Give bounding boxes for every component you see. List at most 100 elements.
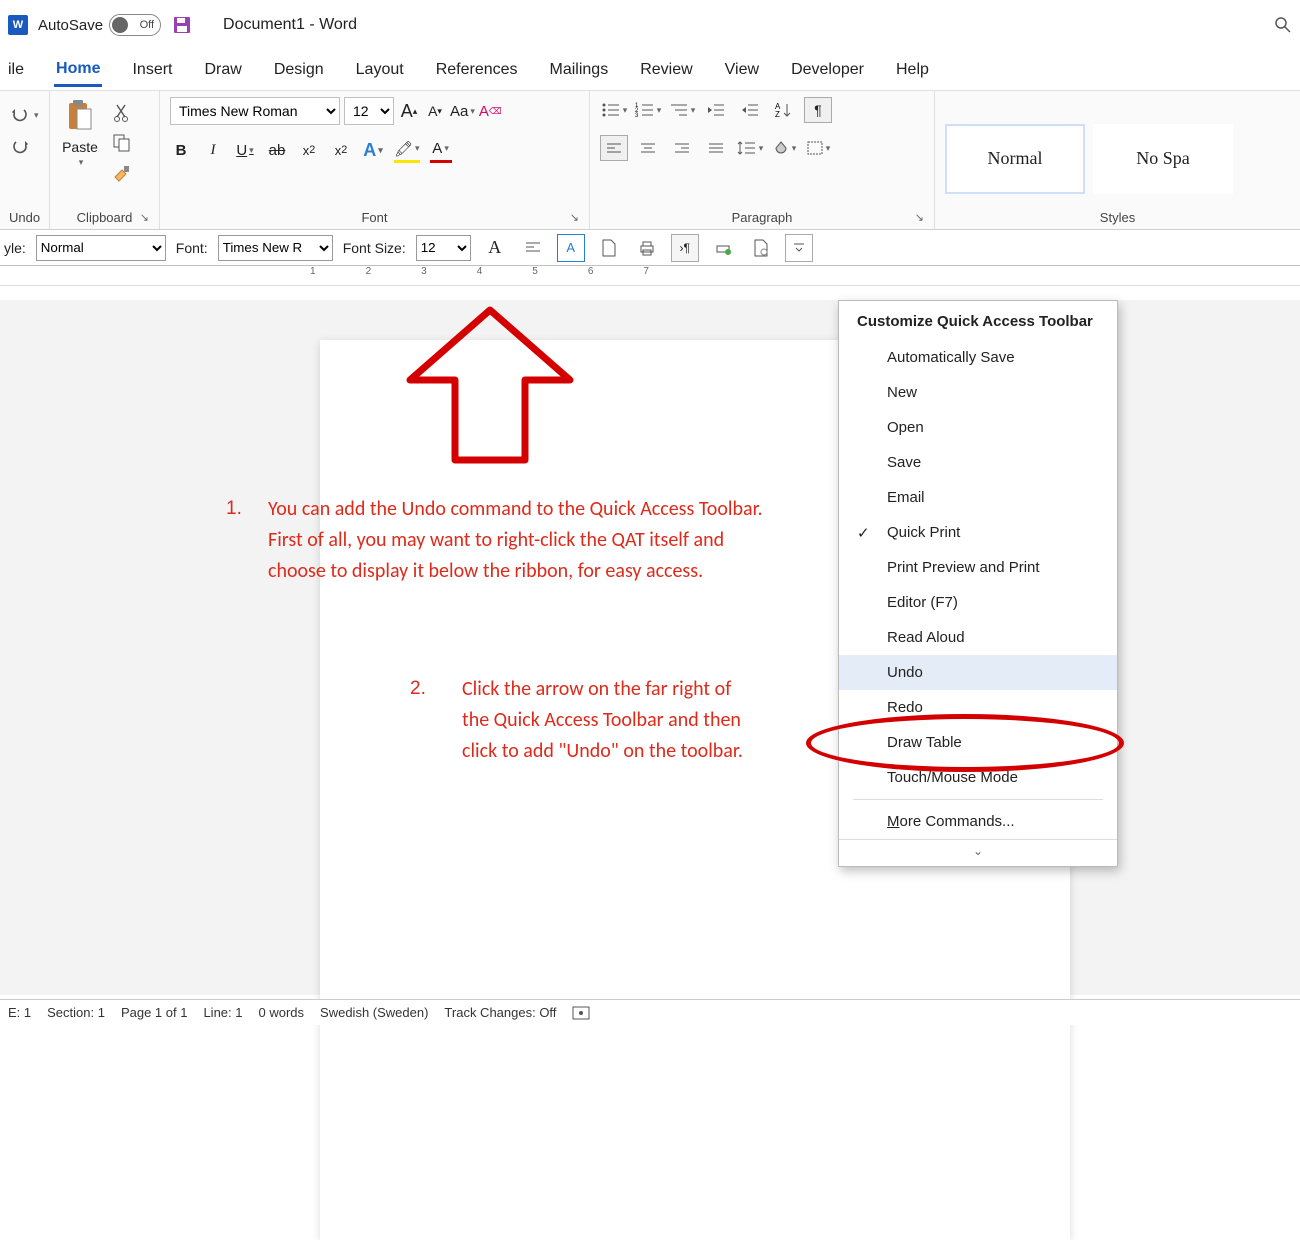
highlight-button[interactable]: 🖍▾ (394, 137, 420, 163)
font-color-button[interactable]: A▾ (430, 137, 452, 163)
qat-reveal-formatting-button[interactable]: ›¶ (671, 234, 699, 262)
autosave-control[interactable]: AutoSave Off (38, 14, 161, 36)
tab-file[interactable]: ile (6, 55, 26, 85)
ruler-tick: 1 (310, 266, 316, 277)
qat-menu-item-label: Read Aloud (887, 629, 965, 646)
shading-button[interactable]: ▾ (770, 135, 798, 161)
tab-view[interactable]: View (723, 55, 761, 85)
font-size-select[interactable]: 12 (344, 97, 394, 125)
font-launcher-icon[interactable]: ↘ (570, 211, 579, 224)
text-effects-button[interactable]: A▾ (362, 137, 384, 163)
clipboard-launcher-icon[interactable]: ↘ (140, 211, 149, 224)
paragraph-launcher-icon[interactable]: ↘ (915, 211, 924, 224)
qat-menu-item-save[interactable]: Save (839, 445, 1117, 480)
tab-layout[interactable]: Layout (354, 55, 406, 85)
font-name-select[interactable]: Times New Roman (170, 97, 340, 125)
qat-menu-item-open[interactable]: Open (839, 410, 1117, 445)
align-center-button[interactable] (634, 135, 662, 161)
show-hide-button[interactable]: ¶ (804, 97, 832, 123)
qat-menu-item-email[interactable]: Email (839, 480, 1117, 515)
status-track-changes[interactable]: Track Changes: Off (444, 1005, 556, 1020)
paste-button[interactable]: Paste ▾ (60, 97, 100, 168)
subscript-button[interactable]: x2 (298, 137, 320, 163)
increase-indent-button[interactable] (736, 97, 764, 123)
style-normal[interactable]: Normal (945, 124, 1085, 194)
italic-button[interactable]: I (202, 137, 224, 163)
status-section[interactable]: Section: 1 (47, 1005, 105, 1020)
underline-button[interactable]: U▾ (234, 137, 256, 163)
autosave-toggle[interactable]: Off (109, 14, 161, 36)
status-page-e[interactable]: E: 1 (8, 1005, 31, 1020)
justify-button[interactable] (702, 135, 730, 161)
align-right-button[interactable] (668, 135, 696, 161)
status-words[interactable]: 0 words (259, 1005, 305, 1020)
qat-menu-item-quick-print[interactable]: ✓Quick Print (839, 515, 1117, 550)
cut-button[interactable] (110, 101, 134, 125)
copy-button[interactable] (110, 131, 134, 155)
customize-qat-menu: Customize Quick Access Toolbar Automatic… (838, 300, 1118, 867)
shrink-font-button[interactable]: A▾ (424, 98, 446, 124)
qat-menu-item-print-preview-and-print[interactable]: Print Preview and Print (839, 550, 1117, 585)
strikethrough-button[interactable]: ab (266, 137, 288, 163)
qat-new-button[interactable] (595, 234, 623, 262)
qat-menu-collapse-icon[interactable]: ⌄ (839, 839, 1117, 862)
qat-menu-more-commands[interactable]: More Commands... (839, 804, 1117, 839)
tab-review[interactable]: Review (638, 55, 694, 85)
qat-style-select[interactable]: Normal (36, 235, 166, 261)
repeat-button[interactable] (10, 135, 34, 159)
superscript-button[interactable]: x2 (330, 137, 352, 163)
tab-mailings[interactable]: Mailings (548, 55, 611, 85)
qat-menu-item-read-aloud[interactable]: Read Aloud (839, 620, 1117, 655)
decrease-indent-button[interactable] (702, 97, 730, 123)
sort-button[interactable]: AZ (770, 97, 798, 123)
qat-menu-item-label: Redo (887, 699, 923, 716)
status-language[interactable]: Swedish (Sweden) (320, 1005, 428, 1020)
align-left-button[interactable] (600, 135, 628, 161)
multilevel-button[interactable]: ▾ (668, 97, 696, 123)
tab-design[interactable]: Design (272, 55, 326, 85)
qat-menu-item-redo[interactable]: Redo (839, 690, 1117, 725)
qat-size-select[interactable]: 12 (416, 235, 471, 261)
grow-font-button[interactable]: A▴ (398, 98, 420, 124)
numbering-button[interactable]: 123▾ (634, 97, 662, 123)
qat-print-button[interactable] (633, 234, 661, 262)
qat-font-dialog-button[interactable]: A (481, 234, 509, 262)
search-icon[interactable] (1274, 16, 1292, 34)
undo-button[interactable]: ▾ (10, 103, 39, 127)
status-macro-icon[interactable] (572, 1006, 590, 1020)
ruler[interactable]: 1 2 3 4 5 6 7 (0, 266, 1300, 286)
clear-formatting-button[interactable]: A⌫ (479, 98, 502, 124)
tab-help[interactable]: Help (894, 55, 931, 85)
tab-home[interactable]: Home (54, 54, 102, 87)
svg-text:3: 3 (635, 113, 639, 118)
qat-menu-item-automatically-save[interactable]: Automatically Save (839, 340, 1117, 375)
ruler-tick: 3 (421, 266, 427, 277)
qat-menu-item-editor-f7-[interactable]: Editor (F7) (839, 585, 1117, 620)
bold-button[interactable]: B (170, 137, 192, 163)
format-painter-button[interactable] (110, 161, 134, 185)
qat-customize-button[interactable] (785, 234, 813, 262)
qat-menu-item-label: Undo (887, 664, 923, 681)
style-no-spacing[interactable]: No Spa (1093, 124, 1233, 194)
qat-menu-item-touch-mouse-mode[interactable]: Touch/Mouse Mode (839, 760, 1117, 795)
qat-menu-item-new[interactable]: New (839, 375, 1117, 410)
qat-quick-print-button[interactable] (709, 234, 737, 262)
bullets-button[interactable]: ▾ (600, 97, 628, 123)
save-icon[interactable] (171, 14, 193, 36)
toggle-knob (112, 17, 128, 33)
tab-developer[interactable]: Developer (789, 55, 866, 85)
qat-page-setup-button[interactable] (747, 234, 775, 262)
qat-menu-item-undo[interactable]: Undo (839, 655, 1117, 690)
status-page[interactable]: Page 1 of 1 (121, 1005, 188, 1020)
change-case-button[interactable]: Aa▾ (450, 98, 475, 124)
qat-paragraph-button[interactable] (519, 234, 547, 262)
borders-button[interactable]: ▾ (804, 135, 832, 161)
line-spacing-button[interactable]: ▾ (736, 135, 764, 161)
tab-insert[interactable]: Insert (130, 55, 174, 85)
status-line[interactable]: Line: 1 (203, 1005, 242, 1020)
tab-references[interactable]: References (434, 55, 520, 85)
qat-font-select[interactable]: Times New R (218, 235, 333, 261)
qat-textbox-button[interactable]: A (557, 234, 585, 262)
tab-draw[interactable]: Draw (202, 55, 243, 85)
qat-menu-item-draw-table[interactable]: Draw Table (839, 725, 1117, 760)
